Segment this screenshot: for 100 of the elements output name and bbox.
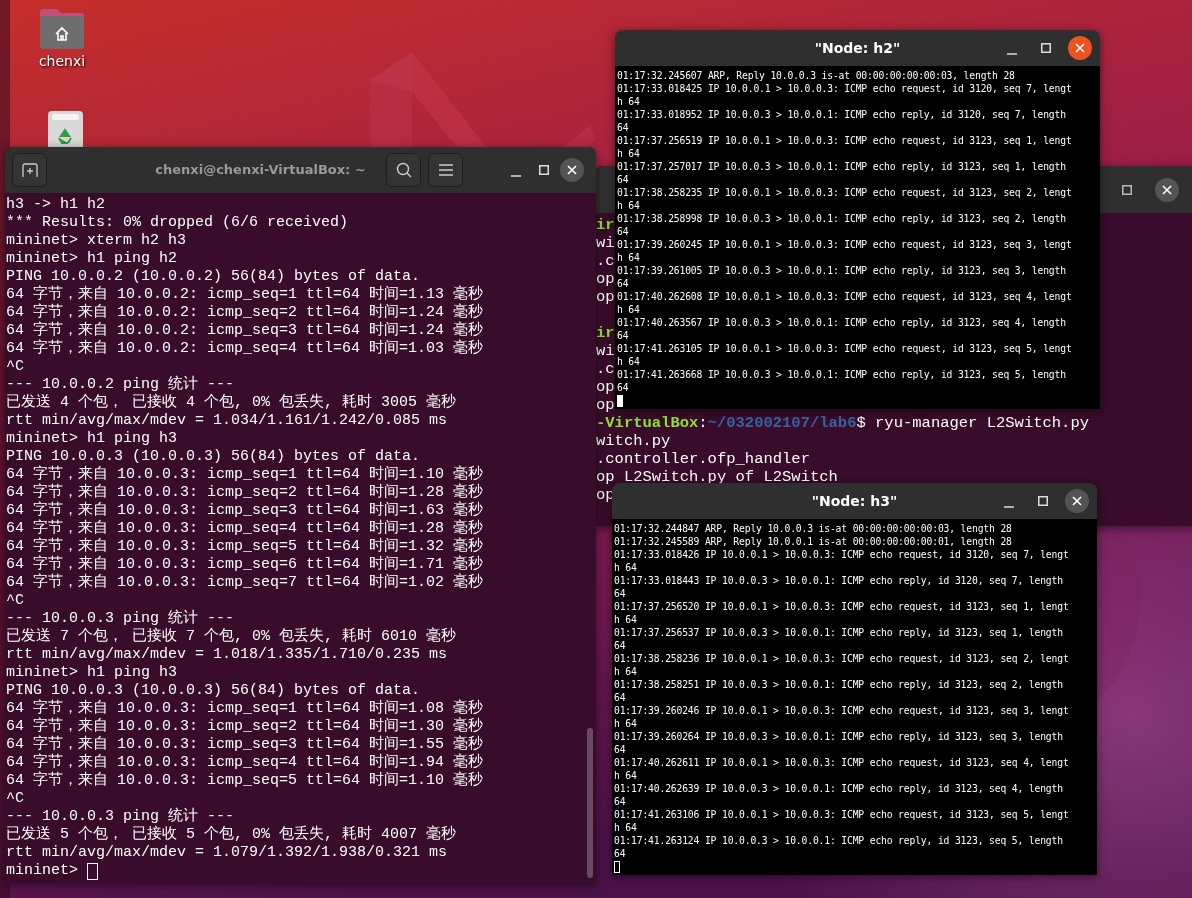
- terminal-line: witch.py: [596, 432, 671, 450]
- terminal-line: 64 字节，来自 10.0.0.3: icmp_seq=4 ttl=64 时间=1.28 毫秒: [6, 520, 485, 537]
- terminal-line: h 64: [617, 95, 641, 108]
- terminal-line: mininet> h1 ping h3: [6, 430, 179, 448]
- terminal-line: 01:17:33.018425 IP 10.0.0.1 > 10.0.0.3: ICMP echo request, id 3120, seq 7, lengt: [617, 82, 1073, 95]
- search-icon: [395, 162, 412, 178]
- terminal-line: 64: [614, 691, 627, 704]
- icon-label: chenxi: [38, 54, 86, 70]
- terminal-line: PING 10.0.0.2 (10.0.0.2) 56(84) bytes of data.: [6, 268, 422, 285]
- terminal-line: op: [596, 378, 615, 396]
- terminal-line: 64 字节，来自 10.0.0.2: icmp_seq=2 ttl=64 时间=1.24 毫秒: [6, 304, 485, 321]
- terminal-line: 01:17:37.256519 IP 10.0.0.1 > 10.0.0.3: ICMP echo request, id 3123, seq 1, lengt: [617, 134, 1073, 147]
- close-icon: [1075, 43, 1085, 53]
- close-button[interactable]: [1068, 36, 1092, 60]
- menu-icon: [438, 164, 453, 176]
- terminal-line: 64: [617, 381, 630, 394]
- terminal-line: 64: [617, 329, 630, 342]
- home-folder-icon[interactable]: [38, 8, 86, 50]
- close-icon: [1072, 496, 1082, 506]
- terminal-line: 64 字节，来自 10.0.0.3: icmp_seq=3 ttl=64 时间=1.55 毫秒: [6, 736, 485, 753]
- terminal-line: wi: [596, 342, 615, 360]
- terminal-line: 01:17:40.262608 IP 10.0.0.1 > 10.0.0.3: ICMP echo request, id 3123, seq 4, lengt: [617, 290, 1073, 303]
- terminal-line: 01:17:38.258236 IP 10.0.0.1 > 10.0.0.3: ICMP echo request, id 3123, seq 2, lengt: [614, 652, 1070, 665]
- terminal-line: h 64: [617, 303, 641, 316]
- terminal-line: .c: [596, 252, 615, 270]
- terminal-line: 01:17:40.262611 IP 10.0.0.1 > 10.0.0.3: ICMP echo request, id 3123, seq 4, lengt: [614, 756, 1070, 769]
- terminal-line: mininet> h1 ping h2: [6, 250, 179, 268]
- terminal-line: .controller.ofp_handler: [596, 450, 810, 468]
- terminal-line: op L2Switch.py of L2Switch: [596, 468, 838, 486]
- window-title: "Node: h2": [813, 38, 902, 58]
- menu-button[interactable]: [428, 153, 463, 187]
- terminal-line: op: [596, 396, 615, 414]
- terminal-line: ^C: [6, 790, 25, 808]
- terminal-line: 01:17:37.256537 IP 10.0.0.3 > 10.0.0.1: ICMP echo reply, id 3123, seq 1, length: [614, 626, 1064, 639]
- maximize-icon: [1038, 496, 1048, 506]
- terminal-line: PING 10.0.0.3 (10.0.0.3) 56(84) bytes of data.: [6, 682, 422, 699]
- terminal-line: h 64: [617, 251, 641, 264]
- terminal-line: h 64: [614, 613, 638, 626]
- terminal-line: PING 10.0.0.3 (10.0.0.3) 56(84) bytes of data.: [6, 448, 422, 465]
- maximize-icon: [1122, 184, 1132, 195]
- terminal-line: h3 -> h1 h2: [6, 196, 107, 214]
- terminal-line: 01:17:40.262639 IP 10.0.0.3 > 10.0.0.1: ICMP echo reply, id 3123, seq 4, length: [614, 782, 1064, 795]
- terminal-line: 64 字节，来自 10.0.0.2: icmp_seq=3 ttl=64 时间=1.24 毫秒: [6, 322, 485, 339]
- terminal-line: 01:17:39.260246 IP 10.0.0.1 > 10.0.0.3: ICMP echo request, id 3123, seq 3, lengt: [614, 704, 1070, 717]
- terminal-line: wi: [596, 234, 615, 252]
- terminal-line: 64 字节，来自 10.0.0.3: icmp_seq=1 ttl=64 时间=1.10 毫秒: [6, 466, 485, 483]
- prompt-user: ir: [596, 216, 615, 234]
- close-button[interactable]: [1155, 177, 1179, 202]
- terminal-line: 01:17:39.261005 IP 10.0.0.3 > 10.0.0.1: ICMP echo reply, id 3123, seq 3, length: [617, 264, 1067, 277]
- terminal-line: 64 字节，来自 10.0.0.3: icmp_seq=2 ttl=64 时间=1.28 毫秒: [6, 484, 485, 501]
- terminal-line: 01:17:32.245607 ARP, Reply 10.0.0.3 is-at 00:00:00:00:00:03, length 28: [617, 69, 1016, 82]
- terminal-line: 64: [614, 639, 627, 652]
- close-icon: [1162, 184, 1172, 195]
- terminal-line: 已发送 7 个包， 已接收 7 个包, 0% 包丢失, 耗时 6010 毫秒: [6, 628, 458, 646]
- terminal-line: ^C: [6, 358, 25, 376]
- terminal-line: 64 字节，来自 10.0.0.3: icmp_seq=1 ttl=64 时间=1.08 毫秒: [6, 700, 485, 717]
- terminal-line: h 64: [617, 355, 641, 368]
- terminal-line: 01:17:32.244847 ARP, Reply 10.0.0.3 is-at 00:00:00:00:00:03, length 28: [614, 522, 1013, 535]
- prompt-user: ir: [596, 324, 615, 342]
- trash-icon[interactable]: [47, 110, 84, 147]
- terminal-line: .c: [596, 360, 615, 378]
- terminal-line: h 64: [614, 717, 638, 730]
- search-button[interactable]: [386, 153, 421, 187]
- terminal-line: 01:17:39.260245 IP 10.0.0.1 > 10.0.0.3: ICMP echo request, id 3123, seq 3, lengt: [617, 238, 1073, 251]
- terminal-line: 64 字节，来自 10.0.0.2: icmp_seq=1 ttl=64 时间=1.13 毫秒: [6, 286, 485, 303]
- prompt-separator: :: [698, 414, 708, 432]
- terminal-line: 64: [614, 587, 627, 600]
- terminal-line: 64 字节，来自 10.0.0.3: icmp_seq=4 ttl=64 时间=1.94 毫秒: [6, 754, 485, 771]
- terminal-line: h 64: [614, 665, 638, 678]
- terminal-line: 01:17:33.018952 IP 10.0.0.3 > 10.0.0.1: ICMP echo reply, id 3120, seq 7, length: [617, 108, 1067, 121]
- terminal-line: 64 字节，来自 10.0.0.3: icmp_seq=7 ttl=64 时间=1.02 毫秒: [6, 574, 485, 592]
- terminal-line: 01:17:38.258998 IP 10.0.0.3 > 10.0.0.1: ICMP echo reply, id 3123, seq 2, length: [617, 212, 1067, 225]
- terminal-line: 01:17:41.263668 IP 10.0.0.3 > 10.0.0.1: ICMP echo reply, id 3123, seq 5, length: [617, 368, 1067, 381]
- terminal-line: mininet> xterm h2 h3: [6, 232, 188, 250]
- close-icon: [567, 165, 577, 175]
- terminal-line: ^C: [6, 592, 25, 610]
- maximize-icon: [539, 165, 549, 175]
- terminal-line: 01:17:41.263124 IP 10.0.0.3 > 10.0.0.1: ICMP echo reply, id 3123, seq 5, length: [614, 834, 1064, 847]
- terminal-line: 01:17:40.263567 IP 10.0.0.3 > 10.0.0.1: ICMP echo reply, id 3123, seq 4, length: [617, 316, 1067, 329]
- close-button[interactable]: [560, 158, 584, 182]
- command-text: $ ryu-manager L2Switch.py: [856, 414, 1089, 432]
- new-tab-button[interactable]: [12, 153, 47, 187]
- terminal-line: h 64: [614, 769, 638, 782]
- terminal-line: 01:17:32.245589 ARP, Reply 10.0.0.1 is-at 00:00:00:00:00:01, length 28: [614, 535, 1013, 548]
- terminal-line: 已发送 4 个包， 已接收 4 个包, 0% 包丢失, 耗时 3005 毫秒: [6, 394, 458, 412]
- window-title: "Node: h3": [810, 491, 899, 511]
- terminal-line: h 64: [614, 561, 638, 574]
- terminal-line: 01:17:39.260264 IP 10.0.0.3 > 10.0.0.1: ICMP echo reply, id 3123, seq 3, length: [614, 730, 1064, 743]
- terminal-line: h 64: [617, 147, 641, 160]
- terminal-line: 64 字节，来自 10.0.0.3: icmp_seq=2 ttl=64 时间=1.30 毫秒: [6, 718, 485, 735]
- terminal-line: 64: [614, 743, 627, 756]
- scrollbar[interactable]: [587, 728, 593, 878]
- terminal-line: h 64: [614, 821, 638, 834]
- minimize-icon: [1004, 506, 1014, 508]
- terminal-line: 64 字节，来自 10.0.0.2: icmp_seq=4 ttl=64 时间=1.03 毫秒: [6, 340, 485, 358]
- maximize-icon: [1041, 43, 1051, 53]
- terminal-line: 64 字节，来自 10.0.0.3: icmp_seq=5 ttl=64 时间=1.32 毫秒: [6, 538, 485, 555]
- terminal-line: 已发送 5 个包， 已接收 5 个包, 0% 包丢失, 耗时 4007 毫秒: [6, 826, 458, 844]
- terminal-line: 64: [614, 795, 627, 808]
- close-button[interactable]: [1065, 489, 1089, 513]
